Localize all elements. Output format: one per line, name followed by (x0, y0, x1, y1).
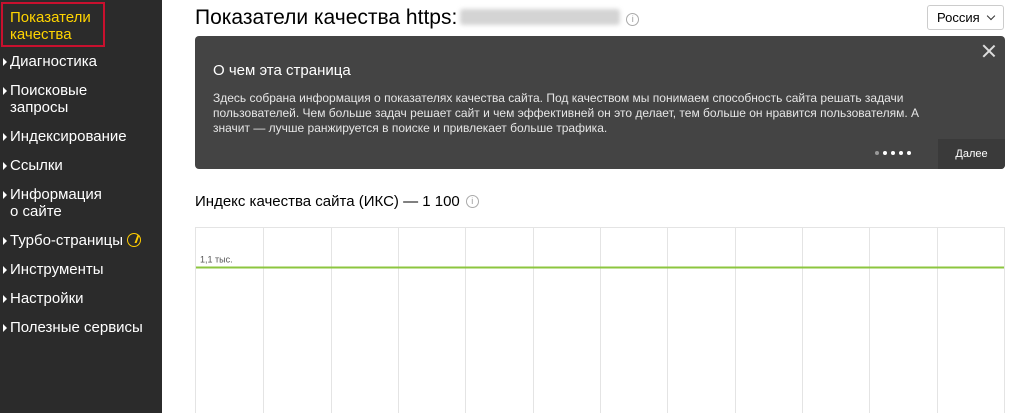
y-tick-label: 1,1 тыс. (200, 255, 233, 265)
sidebar-item-links[interactable]: Ссылки (0, 157, 162, 175)
sidebar-item-label: Инструменты (10, 261, 104, 278)
sidebar-item-label: Полезные сервисы (10, 319, 143, 336)
page-title-text: Показатели качества https: (195, 6, 458, 29)
iks-chart-svg: 1,1 тыс. (196, 228, 1004, 413)
pager-dot (907, 151, 911, 155)
triangle-right-icon (3, 295, 7, 303)
sidebar-item-quality[interactable]: Показатели качества (1, 2, 105, 47)
triangle-right-icon (3, 324, 7, 332)
pager-dot (875, 151, 879, 155)
triangle-right-icon (3, 266, 7, 274)
sidebar-item-tools[interactable]: Инструменты (0, 261, 162, 279)
region-select[interactable]: Россия (927, 5, 1004, 30)
info-icon[interactable]: i (626, 13, 640, 26)
pager-dot (891, 151, 895, 155)
banner-title: О чем эта страница (213, 62, 351, 79)
triangle-right-icon (3, 191, 7, 199)
turbo-icon (127, 233, 142, 247)
triangle-right-icon (3, 58, 7, 66)
sidebar-item-site-info[interactable]: Информация о сайте (0, 186, 162, 220)
sidebar-item-label: Поисковые запросы (10, 82, 88, 116)
triangle-right-icon (3, 87, 7, 95)
sidebar-item-label: Настройки (10, 290, 84, 307)
sidebar-item-diagnostics[interactable]: Диагностика (0, 53, 162, 71)
pager-dot (883, 151, 887, 155)
blurred-site-url (460, 9, 621, 25)
sidebar-item-search-queries[interactable]: Поисковые запросы (0, 82, 162, 116)
region-select-value: Россия (937, 10, 980, 25)
sidebar: Показатели качества Диагностика Поисковы… (0, 0, 162, 413)
page-title: Показатели качества https: i (195, 5, 640, 31)
pager-dot (899, 151, 903, 155)
sidebar-item-label: Турбо-страницы (10, 232, 124, 249)
sidebar-item-turbo-pages[interactable]: Турбо-страницы (0, 232, 162, 250)
info-banner: О чем эта страница Здесь собрана информа… (195, 36, 1005, 169)
sidebar-item-label: Ссылки (10, 157, 63, 174)
iks-title: Индекс качества сайта (ИКС) — 1 100 i (195, 193, 479, 211)
iks-title-text: Индекс качества сайта (ИКС) — 1 100 (195, 193, 460, 210)
sidebar-item-label: Индексирование (10, 128, 127, 145)
triangle-right-icon (3, 162, 7, 170)
sidebar-item-settings[interactable]: Настройки (0, 290, 162, 308)
close-icon[interactable] (982, 44, 996, 58)
sidebar-item-label: Показатели качества (10, 9, 91, 43)
iks-chart: 1,1 тыс. (195, 227, 1005, 413)
sidebar-item-useful-services[interactable]: Полезные сервисы (0, 319, 162, 337)
sidebar-item-label: Информация о сайте (10, 186, 102, 220)
info-icon[interactable]: i (465, 195, 479, 208)
sidebar-item-indexing[interactable]: Индексирование (0, 128, 162, 146)
banner-pager (875, 151, 915, 157)
sidebar-item-label: Диагностика (10, 53, 97, 70)
banner-text: Здесь собрана информация о показателях к… (213, 91, 919, 135)
triangle-right-icon (3, 237, 7, 245)
chevron-down-icon (986, 11, 996, 21)
triangle-right-icon (3, 133, 7, 141)
next-button[interactable]: Далее (938, 139, 1005, 169)
sidebar-item-turbo-wrap: Турбо-страницы (10, 232, 142, 249)
